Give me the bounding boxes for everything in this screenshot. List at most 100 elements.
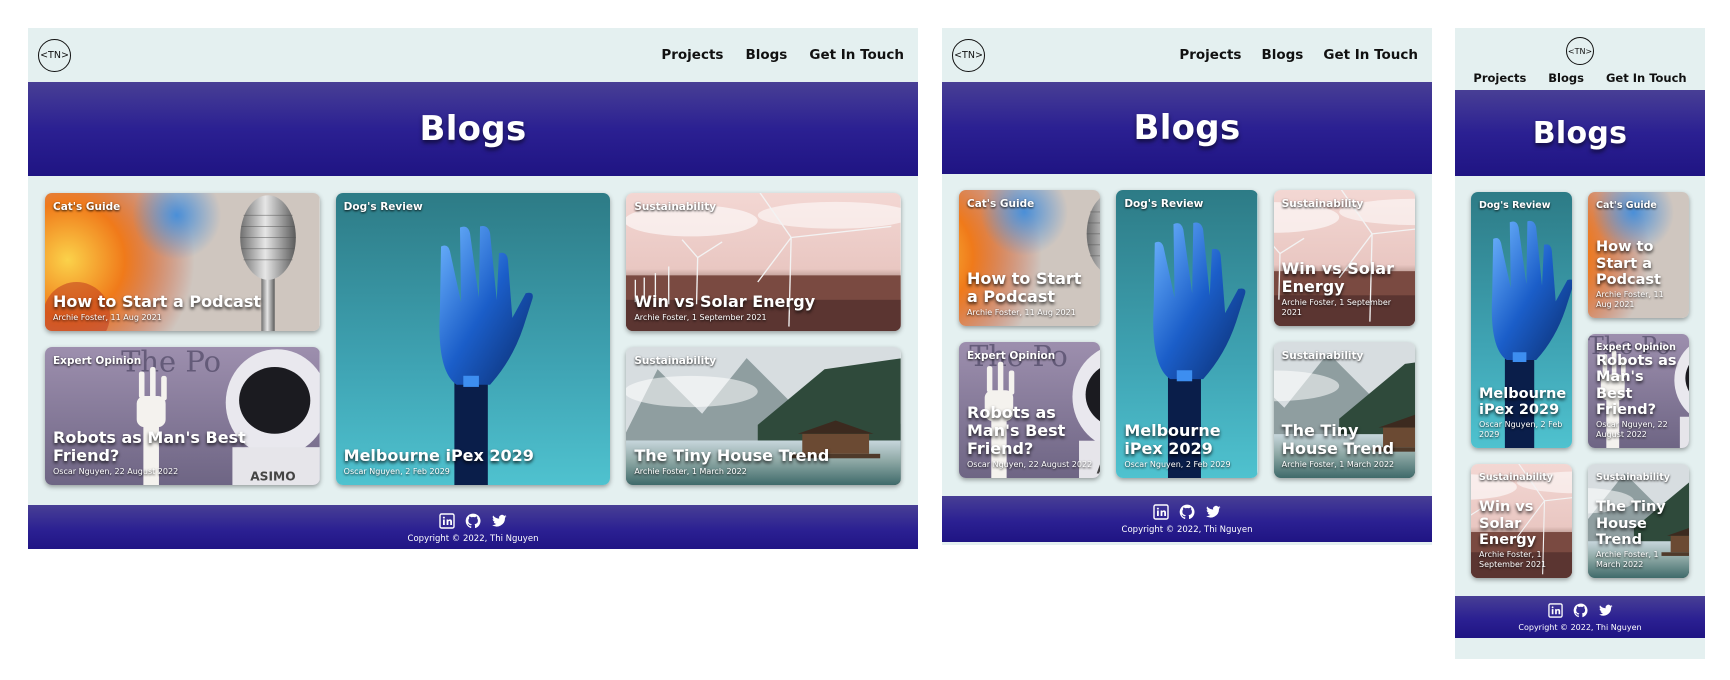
card-meta: Oscar Nguyen, 22 August 2022 bbox=[967, 460, 1093, 469]
nav-links: Projects Blogs Get In Touch bbox=[1159, 47, 1418, 63]
page-title: Blogs bbox=[1133, 108, 1241, 148]
card-meta: Archie Foster, 11 Aug 2021 bbox=[1596, 290, 1664, 309]
card-category: Cat's Guide bbox=[1596, 200, 1657, 211]
card-title: How to Start a Podcast bbox=[967, 269, 1082, 307]
linkedin-icon[interactable] bbox=[1548, 603, 1563, 618]
copyright: Copyright © 2022, Thi Nguyen bbox=[1121, 524, 1253, 535]
card-category: Dog's Review bbox=[343, 201, 423, 213]
navbar: <TN> Projects Blogs Get In Touch bbox=[1455, 28, 1705, 90]
github-icon[interactable] bbox=[1573, 603, 1588, 618]
card-title: Melbourne iPex 2029 bbox=[1479, 385, 1567, 418]
card-title: How to Start a Podcast bbox=[1596, 239, 1661, 288]
linkedin-icon[interactable] bbox=[1153, 504, 1169, 520]
card-title: Robots as Man's Best Friend? bbox=[967, 403, 1066, 459]
nav-link-get-in-touch[interactable]: Get In Touch bbox=[809, 47, 904, 63]
card-title: The Tiny House Trend bbox=[634, 446, 830, 466]
blog-card-tinyhouse[interactable]: Sustainability The Tiny House Trend Archi… bbox=[1588, 464, 1689, 578]
logo[interactable]: <TN> bbox=[1566, 37, 1594, 65]
card-meta: Archie Foster, 11 Aug 2021 bbox=[53, 313, 162, 322]
card-meta: Archie Foster, 11 Aug 2021 bbox=[967, 308, 1076, 317]
card-category: Dog's Review bbox=[1479, 200, 1551, 211]
blog-card-ipex[interactable]: Dog's Review Melbourne iPex 2029 Oscar Ng… bbox=[1116, 190, 1257, 478]
card-meta: Archie Foster, 1 September 2021 bbox=[634, 313, 767, 322]
blog-card-ipex[interactable]: Dog's Review Melbourne iPex 2029 Oscar Ng… bbox=[1471, 192, 1572, 448]
card-category: Sustainability bbox=[1281, 350, 1364, 362]
blog-card-tinyhouse[interactable]: Sustainability The Tiny House Trend Archi… bbox=[1274, 342, 1415, 478]
blog-card-winvs[interactable]: Sustainability Win vs Solar Energy Archie… bbox=[1471, 464, 1572, 578]
tablet-view: <TN> Projects Blogs Get In Touch Blogs C… bbox=[942, 28, 1432, 545]
hero-banner: Blogs bbox=[28, 82, 918, 176]
card-category: Sustainability bbox=[1596, 472, 1670, 483]
card-category: Sustainability bbox=[634, 355, 717, 367]
nav-link-blogs[interactable]: Blogs bbox=[745, 47, 787, 63]
navbar: <TN> Projects Blogs Get In Touch bbox=[28, 28, 918, 82]
page-title: Blogs bbox=[1532, 115, 1628, 151]
blog-card-winvs[interactable]: Sustainability Win vs Solar Energy Archie… bbox=[1274, 190, 1415, 326]
nav-link-projects[interactable]: Projects bbox=[661, 47, 723, 63]
card-title: Win vs Solar Energy bbox=[1281, 259, 1394, 297]
card-category: Sustainability bbox=[1479, 472, 1553, 483]
blog-card-robots[interactable]: Expert Opinion Robots as Man's Best Frie… bbox=[45, 347, 320, 485]
social-links bbox=[1548, 603, 1613, 618]
card-title: Melbourne iPex 2029 bbox=[1124, 421, 1221, 459]
nav-link-get-in-touch[interactable]: Get In Touch bbox=[1606, 71, 1687, 85]
blog-grid: Cat's Guide How to Start a Podcast Archie… bbox=[28, 176, 918, 505]
card-title: Robots as Man's Best Friend? bbox=[53, 428, 246, 466]
card-category: Expert Opinion bbox=[1596, 342, 1676, 353]
card-category: Cat's Guide bbox=[967, 198, 1035, 210]
hero-banner: Blogs bbox=[1455, 90, 1705, 176]
nav-links: Projects Blogs Get In Touch bbox=[639, 47, 904, 63]
card-category: Dog's Review bbox=[1124, 198, 1204, 210]
nav-link-get-in-touch[interactable]: Get In Touch bbox=[1323, 47, 1418, 63]
twitter-icon[interactable] bbox=[1205, 504, 1221, 520]
blog-card-ipex[interactable]: Dog's Review Melbourne iPex 2029 Oscar Ng… bbox=[336, 193, 611, 485]
footer: Copyright © 2022, Thi Nguyen bbox=[1455, 596, 1705, 638]
linkedin-icon[interactable] bbox=[439, 513, 455, 529]
card-title: How to Start a Podcast bbox=[53, 292, 262, 312]
blog-card-winvs[interactable]: Sustainability Win vs Solar Energy Archie… bbox=[626, 193, 901, 331]
blog-card-podcast[interactable]: Cat's Guide How to Start a Podcast Archie… bbox=[959, 190, 1100, 326]
blog-card-robots[interactable]: Expert Opinion Robots as Man's Best Frie… bbox=[959, 342, 1100, 478]
navbar: <TN> Projects Blogs Get In Touch bbox=[942, 28, 1432, 82]
footer: Copyright © 2022, Thi Nguyen bbox=[28, 505, 918, 549]
card-title: The Tiny House Trend bbox=[1281, 421, 1395, 459]
copyright: Copyright © 2022, Thi Nguyen bbox=[407, 533, 539, 544]
twitter-icon[interactable] bbox=[1598, 603, 1613, 618]
nav-link-projects[interactable]: Projects bbox=[1473, 71, 1526, 85]
footer: Copyright © 2022, Thi Nguyen bbox=[942, 496, 1432, 542]
card-meta: Archie Foster, 1 September 2021 bbox=[1281, 298, 1392, 317]
card-title: Robots as Man's Best Friend? bbox=[1596, 353, 1677, 418]
card-meta: Archie Foster, 1 March 2022 bbox=[634, 467, 747, 476]
card-category: Expert Opinion bbox=[967, 350, 1056, 362]
desktop-view: <TN> Projects Blogs Get In Touch Blogs C… bbox=[28, 28, 918, 549]
nav-link-blogs[interactable]: Blogs bbox=[1261, 47, 1303, 63]
twitter-icon[interactable] bbox=[491, 513, 507, 529]
card-meta: Oscar Nguyen, 22 August 2022 bbox=[1596, 420, 1668, 439]
mobile-view: <TN> Projects Blogs Get In Touch Blogs D… bbox=[1455, 28, 1705, 659]
card-category: Expert Opinion bbox=[53, 355, 142, 367]
card-meta: Archie Foster, 1 March 2022 bbox=[1281, 460, 1395, 469]
card-title: Melbourne iPex 2029 bbox=[343, 446, 534, 466]
nav-link-projects[interactable]: Projects bbox=[1179, 47, 1241, 63]
blog-card-tinyhouse[interactable]: Sustainability The Tiny House Trend Archi… bbox=[626, 347, 901, 485]
logo[interactable]: <TN> bbox=[38, 38, 71, 72]
logo[interactable]: <TN> bbox=[952, 38, 985, 72]
blog-grid: Dog's Review Melbourne iPex 2029 Oscar Ng… bbox=[1455, 176, 1705, 596]
robot-hand-image bbox=[336, 193, 611, 485]
card-title: Win vs Solar Energy bbox=[634, 292, 816, 312]
blog-card-podcast[interactable]: Cat's Guide How to Start a Podcast Archie… bbox=[45, 193, 320, 331]
blog-card-robots[interactable]: Expert Opinion Robots as Man's Best Frie… bbox=[1588, 334, 1689, 448]
hero-banner: Blogs bbox=[942, 82, 1432, 174]
card-meta: Oscar Nguyen, 2 Feb 2029 bbox=[343, 467, 450, 476]
card-meta: Oscar Nguyen, 22 August 2022 bbox=[53, 467, 179, 476]
github-icon[interactable] bbox=[1179, 504, 1195, 520]
blog-card-podcast[interactable]: Cat's Guide How to Start a Podcast Archie… bbox=[1588, 192, 1689, 318]
card-meta: Archie Foster, 1 September 2021 bbox=[1479, 550, 1547, 569]
page-title: Blogs bbox=[419, 109, 527, 149]
nav-link-blogs[interactable]: Blogs bbox=[1548, 71, 1584, 85]
card-meta: Archie Foster, 1 March 2022 bbox=[1596, 550, 1659, 569]
social-links bbox=[439, 513, 507, 529]
github-icon[interactable] bbox=[465, 513, 481, 529]
card-meta: Oscar Nguyen, 2 Feb 2029 bbox=[1479, 420, 1563, 439]
copyright: Copyright © 2022, Thi Nguyen bbox=[1518, 622, 1642, 632]
